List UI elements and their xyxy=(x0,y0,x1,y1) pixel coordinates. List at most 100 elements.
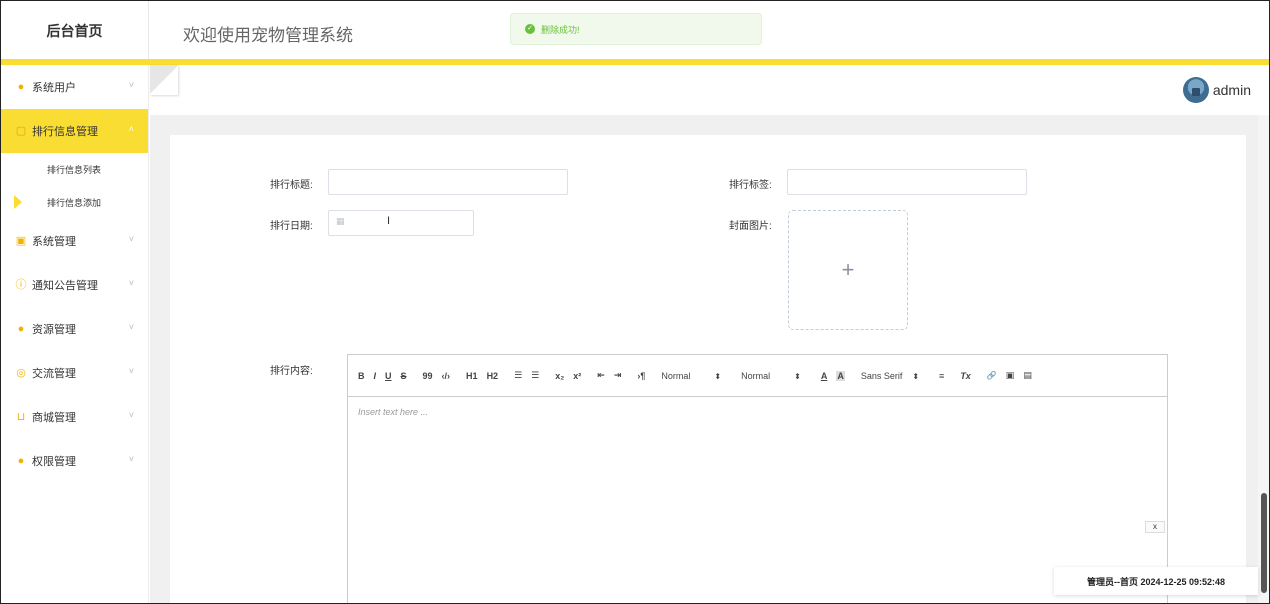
app-window: 后台首页 欢迎使用宠物管理系统 ✓ 删除成功! ● 系统用户 ˅ ▢ 排行信息管… xyxy=(0,0,1270,604)
ordered-list-button[interactable]: ☰ xyxy=(514,370,522,381)
chevron-down-icon: ˅ xyxy=(128,278,134,288)
sidebar-item-label: 通知公告管理 xyxy=(32,280,98,292)
chevron-down-icon: ˅ xyxy=(128,322,134,332)
chevron-down-icon: ˅ xyxy=(128,80,134,90)
sidebar-item-communication[interactable]: ◎ 交流管理 ˅ xyxy=(1,351,148,395)
superscript-button[interactable]: x² xyxy=(573,371,581,381)
editor-body[interactable]: Insert text here ... xyxy=(348,397,1167,427)
plus-icon: + xyxy=(841,257,855,282)
header-select-value: Normal xyxy=(741,370,771,381)
cover-upload[interactable]: + xyxy=(788,210,908,330)
text-cursor-icon: I xyxy=(387,215,391,227)
close-button[interactable]: x xyxy=(1145,521,1165,533)
clean-format-button[interactable]: Tx xyxy=(960,371,971,381)
sidebar-item-mall[interactable]: ⊔ 商城管理 ˅ xyxy=(1,395,148,439)
select-arrows-icon: ⬍ xyxy=(714,371,722,381)
chevron-down-icon: ˅ xyxy=(128,366,134,376)
editor-toolbar: B I U S 99 ‹/› H1 H2 ☰ ☰ x₂ x² ⇤ ⇥ ›¶ No… xyxy=(348,355,1167,397)
chevron-down-icon: ˅ xyxy=(128,410,134,420)
font-select[interactable]: Sans Serif ⬍ xyxy=(861,371,919,381)
page-title: 欢迎使用宠物管理系统 xyxy=(183,26,353,45)
sidebar-item-permissions[interactable]: ● 权限管理 ˅ xyxy=(1,439,148,483)
chevron-down-icon: ˅ xyxy=(128,234,134,244)
status-bar: 管理员--首页 2024-12-25 09:52:48 xyxy=(1054,567,1258,595)
header: 后台首页 欢迎使用宠物管理系统 ✓ 删除成功! xyxy=(1,1,1269,65)
select-arrows-icon: ⬍ xyxy=(912,371,920,381)
bullet-list-button[interactable]: ☰ xyxy=(531,370,539,381)
size-select[interactable]: Normal ⬍ xyxy=(661,371,721,381)
link-button[interactable]: 🔗 xyxy=(987,371,997,380)
sidebar-item-ranking[interactable]: ▢ 排行信息管理 ˄ xyxy=(1,109,148,153)
sidebar-subitem-label: 排行信息添加 xyxy=(47,198,102,208)
cover-label: 封面图片: xyxy=(729,221,772,232)
align-button[interactable]: ≡ xyxy=(939,371,944,381)
image-button[interactable]: ▣ xyxy=(1006,370,1015,381)
toast-message: 删除成功! xyxy=(541,24,580,35)
content-topbar: admin xyxy=(150,65,1269,115)
bold-button[interactable]: B xyxy=(358,371,365,381)
subscript-button[interactable]: x₂ xyxy=(555,371,564,381)
chat-icon: ◎ xyxy=(16,367,26,379)
main-content: 排行标题: 排行标签: 排行日期: ▦ I 封面图片: + 排行内容: B I … xyxy=(150,115,1260,603)
underline-button[interactable]: U xyxy=(385,371,392,381)
strike-button[interactable]: S xyxy=(401,371,407,381)
note-icon: ▢ xyxy=(15,125,27,137)
location-icon: ● xyxy=(17,323,25,335)
font-color-button[interactable]: A xyxy=(821,371,828,381)
success-toast: ✓ 删除成功! xyxy=(510,13,762,45)
content-label: 排行内容: xyxy=(270,366,313,377)
date-picker[interactable]: ▦ I xyxy=(328,210,474,236)
rich-text-editor: B I U S 99 ‹/› H1 H2 ☰ ☰ x₂ x² ⇤ ⇥ ›¶ No… xyxy=(347,354,1168,603)
user-icon: ● xyxy=(17,81,25,93)
sidebar-item-label: 权限管理 xyxy=(32,456,76,468)
header2-button[interactable]: H2 xyxy=(487,371,499,381)
sidebar-item-label: 资源管理 xyxy=(32,324,76,336)
user-menu[interactable]: admin xyxy=(1182,77,1251,103)
header-select[interactable]: Normal ⬍ xyxy=(741,371,801,381)
collapse-toggle[interactable] xyxy=(150,65,178,95)
avatar xyxy=(1182,77,1209,103)
italic-button[interactable]: I xyxy=(374,371,377,381)
sidebar-subitem-label: 排行信息列表 xyxy=(47,165,102,175)
calendar-icon: ▦ xyxy=(336,216,345,226)
image-icon: ▣ xyxy=(15,235,27,247)
current-marker-icon xyxy=(14,195,22,209)
sidebar-item-label: 交流管理 xyxy=(32,368,76,380)
check-icon: ✓ xyxy=(525,24,535,34)
text-direction-button[interactable]: ›¶ xyxy=(637,371,645,381)
video-button[interactable]: ▤ xyxy=(1023,370,1032,381)
home-logo[interactable]: 后台首页 xyxy=(1,1,149,61)
sidebar-item-label: 排行信息管理 xyxy=(32,126,98,138)
sidebar-item-label: 系统管理 xyxy=(32,236,76,248)
cart-icon: ⊔ xyxy=(16,411,26,423)
header1-button[interactable]: H1 xyxy=(466,371,478,381)
indent-button[interactable]: ⇥ xyxy=(614,370,622,381)
editor-placeholder: Insert text here ... xyxy=(358,407,429,417)
sidebar-item-system-users[interactable]: ● 系统用户 ˅ xyxy=(1,65,148,109)
font-select-value: Sans Serif xyxy=(860,370,903,381)
select-arrows-icon: ⬍ xyxy=(794,371,801,381)
tag-input[interactable] xyxy=(787,169,1027,195)
tag-label: 排行标签: xyxy=(729,180,772,191)
sidebar-subitem-ranking-list[interactable]: 排行信息列表 xyxy=(1,153,148,186)
title-input[interactable] xyxy=(328,169,568,195)
sidebar-subitem-ranking-add[interactable]: 排行信息添加 xyxy=(1,186,148,219)
blockquote-button[interactable]: 99 xyxy=(423,371,433,381)
sidebar-item-resources[interactable]: ● 资源管理 ˅ xyxy=(1,307,148,351)
outdent-button[interactable]: ⇤ xyxy=(597,370,605,381)
sidebar-item-label: 系统用户 xyxy=(32,82,76,94)
scrollbar-thumb[interactable] xyxy=(1261,493,1267,593)
chevron-up-icon: ˄ xyxy=(128,124,134,134)
sidebar-item-system-management[interactable]: ▣ 系统管理 ˅ xyxy=(1,219,148,263)
date-label: 排行日期: xyxy=(270,221,313,232)
background-color-button[interactable]: A xyxy=(836,370,845,381)
title-label: 排行标题: xyxy=(270,180,313,191)
code-block-button[interactable]: ‹/› xyxy=(442,371,451,381)
chevron-down-icon: ˅ xyxy=(128,454,134,464)
username: admin xyxy=(1212,82,1251,98)
form-card: 排行标题: 排行标签: 排行日期: ▦ I 封面图片: + 排行内容: B I … xyxy=(170,135,1246,603)
user-icon: ● xyxy=(17,455,25,467)
sidebar: ● 系统用户 ˅ ▢ 排行信息管理 ˄ 排行信息列表 排行信息添加 ▣ 系统管理… xyxy=(1,65,149,603)
sidebar-item-notices[interactable]: ⓘ 通知公告管理 ˅ xyxy=(1,263,148,307)
sidebar-item-label: 商城管理 xyxy=(32,412,76,424)
